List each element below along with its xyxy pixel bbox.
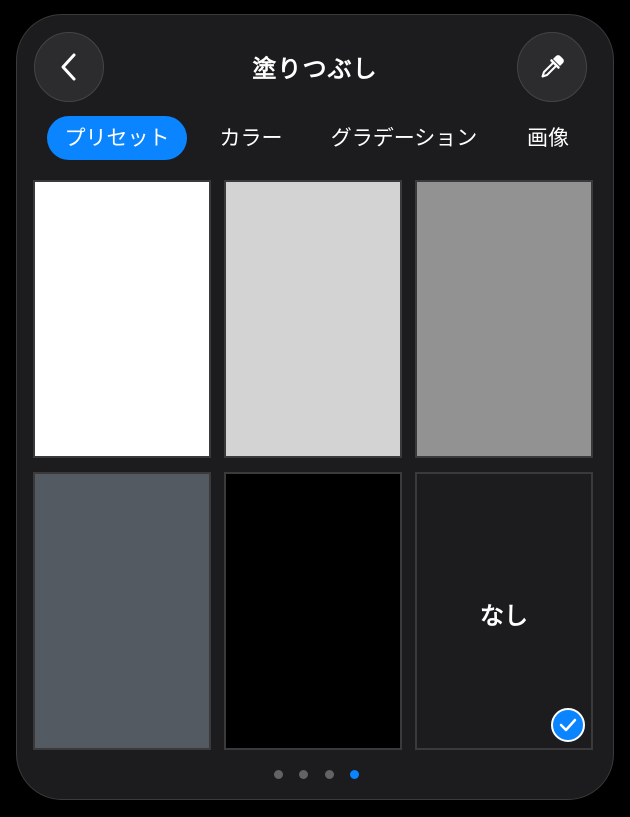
eyedropper-icon xyxy=(541,55,564,78)
swatch-light-gray[interactable] xyxy=(224,180,402,458)
tab-color[interactable]: カラー xyxy=(207,116,295,160)
page-dot-active[interactable] xyxy=(350,770,359,779)
page-indicator xyxy=(17,770,613,780)
swatch-black[interactable] xyxy=(224,472,402,750)
swatch-gray[interactable] xyxy=(415,180,593,458)
tab-gradient[interactable]: グラデーション xyxy=(319,116,489,160)
swatch-white[interactable] xyxy=(33,180,211,458)
page-dot[interactable] xyxy=(325,770,334,779)
fill-panel: 塗りつぶし プリセット カラー グラデーション 画像 なし xyxy=(16,14,614,800)
swatch-none-label: なし xyxy=(480,602,528,630)
tab-preset[interactable]: プリセット xyxy=(47,116,187,160)
checkmark-icon xyxy=(551,708,585,742)
tab-image[interactable]: 画像 xyxy=(513,116,583,160)
eyedropper-button[interactable] xyxy=(517,32,587,102)
swatch-none[interactable]: なし xyxy=(415,472,593,750)
page-dot[interactable] xyxy=(299,770,308,779)
swatch-slate[interactable] xyxy=(33,472,211,750)
page-dot[interactable] xyxy=(274,770,283,779)
